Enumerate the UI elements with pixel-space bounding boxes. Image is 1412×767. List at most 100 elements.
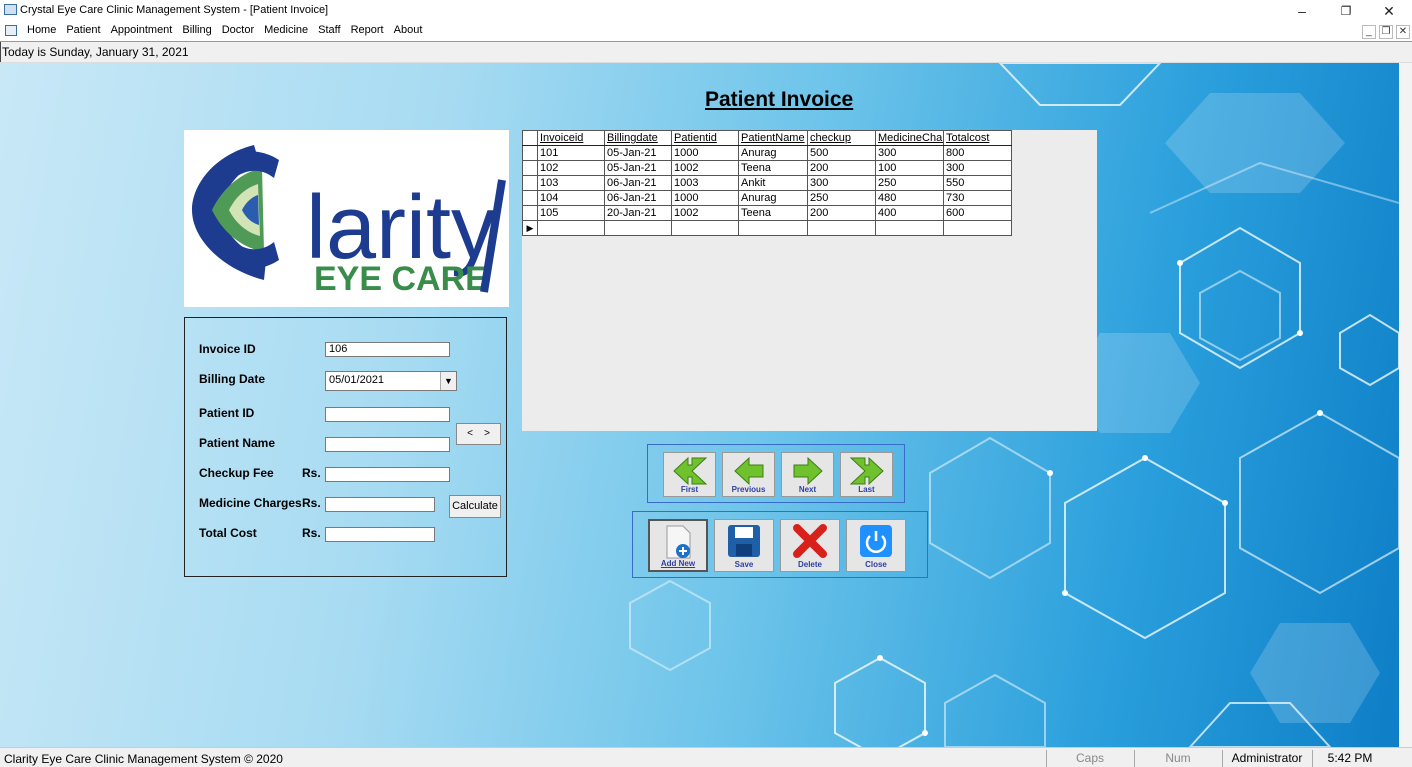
invoice-form-area: Patient Invoice larity EYE CARE Invoice … — [0, 63, 1399, 747]
cell-totalcost[interactable]: 730 — [943, 190, 1012, 206]
vertical-scrollbar[interactable] — [1399, 63, 1412, 747]
medicine-charges-field[interactable] — [325, 497, 435, 512]
menu-about[interactable]: About — [394, 24, 423, 36]
checkup-fee-field[interactable] — [325, 467, 450, 482]
cell-invoiceid[interactable]: 103 — [537, 175, 605, 191]
cell-medicinecharges[interactable]: 300 — [875, 145, 944, 161]
cell-billingdate[interactable]: 05-Jan-21 — [604, 145, 672, 161]
invoice-grid[interactable]: Invoiceid Billingdate Patientid PatientN… — [522, 130, 1097, 431]
cell-invoiceid[interactable]: 105 — [537, 205, 605, 221]
cell-patientid[interactable]: 1000 — [671, 190, 739, 206]
menu-staff[interactable]: Staff — [318, 24, 340, 36]
col-totalcost[interactable]: Totalcost — [943, 130, 1012, 146]
invoice-id-field[interactable]: 106 — [325, 342, 450, 357]
cell-patientid[interactable]: 1000 — [671, 145, 739, 161]
menu-appointment[interactable]: Appointment — [111, 24, 173, 36]
close-button[interactable]: Close — [846, 519, 906, 572]
save-disk-icon — [728, 525, 760, 557]
cell-medicinecharges[interactable]: 250 — [875, 175, 944, 191]
col-medicinecharges[interactable]: MedicineCharg — [875, 130, 944, 146]
cell-patientid[interactable]: 1002 — [671, 205, 739, 221]
new-row-marker-icon[interactable]: ▶ — [522, 220, 538, 236]
menu-home[interactable]: Home — [27, 24, 56, 36]
cell-totalcost[interactable]: 300 — [943, 160, 1012, 176]
last-button[interactable]: Last — [840, 452, 893, 497]
mdi-minimize-button[interactable]: _ — [1362, 25, 1376, 39]
previous-button[interactable]: Previous — [722, 452, 775, 497]
cell-totalcost[interactable]: 550 — [943, 175, 1012, 191]
add-new-button[interactable]: Add New — [648, 519, 708, 572]
new-row[interactable]: ▶ — [522, 220, 1012, 236]
menu-patient[interactable]: Patient — [66, 24, 100, 36]
first-button[interactable]: First — [663, 452, 716, 497]
mdi-close-button[interactable]: ✕ — [1396, 25, 1410, 39]
mdi-restore-button[interactable]: ❐ — [1379, 25, 1393, 39]
row-selector[interactable] — [522, 190, 538, 206]
billing-date-picker[interactable]: 05/01/2021 ▼ — [325, 371, 457, 391]
col-billingdate[interactable]: Billingdate — [604, 130, 672, 146]
next-patient-arrow[interactable]: > — [484, 428, 490, 439]
cell-billingdate[interactable]: 05-Jan-21 — [604, 160, 672, 176]
invoice-details-panel: Invoice ID 106 Billing Date 05/01/2021 ▼… — [184, 317, 507, 577]
patient-spin-button[interactable]: < > — [456, 423, 501, 445]
cell-totalcost[interactable]: 600 — [943, 205, 1012, 221]
patient-name-field[interactable] — [325, 437, 450, 452]
col-patientid[interactable]: Patientid — [671, 130, 739, 146]
cell-patientid[interactable]: 1002 — [671, 160, 739, 176]
cell-patientname[interactable]: Ankit — [738, 175, 808, 191]
cell-checkup[interactable]: 250 — [807, 190, 876, 206]
cell-checkup[interactable]: 200 — [807, 160, 876, 176]
cell-checkup[interactable]: 500 — [807, 145, 876, 161]
cell-billingdate[interactable]: 06-Jan-21 — [604, 190, 672, 206]
patient-id-label: Patient ID — [199, 406, 255, 420]
cell-patientname[interactable]: Anurag — [738, 190, 808, 206]
prev-patient-arrow[interactable]: < — [467, 428, 473, 439]
row-selector[interactable] — [522, 205, 538, 221]
col-patientname[interactable]: PatientName — [738, 130, 808, 146]
row-selector[interactable] — [522, 160, 538, 176]
cell-medicinecharges[interactable]: 480 — [875, 190, 944, 206]
menu-medicine[interactable]: Medicine — [264, 24, 308, 36]
table-row[interactable]: 105 20-Jan-21 1002 Teena 200 400 600 — [522, 205, 1012, 221]
col-checkup[interactable]: checkup — [807, 130, 876, 146]
cell-billingdate[interactable]: 06-Jan-21 — [604, 175, 672, 191]
cell-invoiceid[interactable]: 102 — [537, 160, 605, 176]
cell-patientname[interactable]: Teena — [738, 160, 808, 176]
row-selector[interactable] — [522, 175, 538, 191]
cell-medicinecharges[interactable]: 400 — [875, 205, 944, 221]
cell-billingdate[interactable]: 20-Jan-21 — [604, 205, 672, 221]
cell-patientid[interactable]: 1003 — [671, 175, 739, 191]
calculate-button[interactable]: Calculate — [449, 495, 501, 518]
table-row[interactable]: 102 05-Jan-21 1002 Teena 200 100 300 — [522, 160, 1012, 176]
close-window-button[interactable]: ✕ — [1369, 1, 1409, 21]
minimize-button[interactable]: – — [1282, 1, 1322, 21]
save-button[interactable]: Save — [714, 519, 774, 572]
next-button[interactable]: Next — [781, 452, 834, 497]
delete-button[interactable]: Delete — [780, 519, 840, 572]
menu-report[interactable]: Report — [351, 24, 384, 36]
menu-billing[interactable]: Billing — [182, 24, 211, 36]
table-row[interactable]: 101 05-Jan-21 1000 Anurag 500 300 800 — [522, 145, 1012, 161]
cell-checkup[interactable]: 300 — [807, 175, 876, 191]
restore-button[interactable]: ❐ — [1326, 1, 1366, 21]
cell-invoiceid[interactable]: 104 — [537, 190, 605, 206]
cell-invoiceid[interactable]: 101 — [537, 145, 605, 161]
invoice-table[interactable]: Invoiceid Billingdate Patientid PatientN… — [522, 130, 1012, 236]
logo-image: larity EYE CARE — [192, 145, 506, 298]
chevron-down-icon[interactable]: ▼ — [440, 372, 456, 390]
cell-medicinecharges[interactable]: 100 — [875, 160, 944, 176]
row-selector[interactable] — [522, 145, 538, 161]
cell-checkup[interactable]: 200 — [807, 205, 876, 221]
menu-doctor[interactable]: Doctor — [222, 24, 254, 36]
table-row[interactable]: 103 06-Jan-21 1003 Ankit 300 250 550 — [522, 175, 1012, 191]
status-caps: Caps — [1046, 750, 1133, 767]
window-title: Crystal Eye Care Clinic Management Syste… — [20, 4, 329, 16]
status-bar: Clarity Eye Care Clinic Management Syste… — [0, 747, 1412, 767]
cell-patientname[interactable]: Anurag — [738, 145, 808, 161]
patient-id-field[interactable] — [325, 407, 450, 422]
cell-patientname[interactable]: Teena — [738, 205, 808, 221]
table-row[interactable]: 104 06-Jan-21 1000 Anurag 250 480 730 — [522, 190, 1012, 206]
total-cost-field[interactable] — [325, 527, 435, 542]
cell-totalcost[interactable]: 800 — [943, 145, 1012, 161]
col-invoiceid[interactable]: Invoiceid — [537, 130, 605, 146]
